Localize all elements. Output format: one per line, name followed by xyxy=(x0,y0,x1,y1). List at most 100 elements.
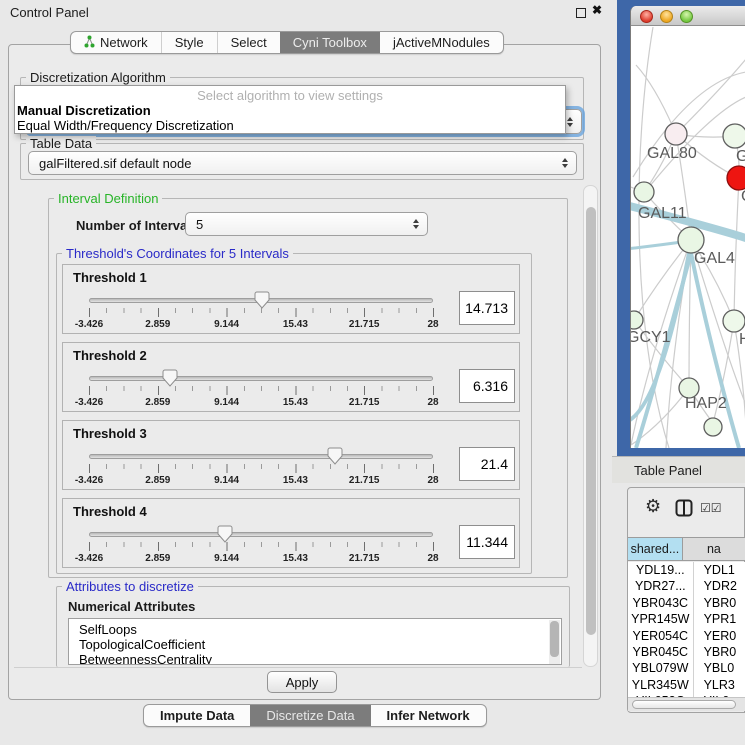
table-body: YDL19...YDL1 YDR27...YDR2 YBR043CYBR0 YP… xyxy=(628,562,745,697)
node-label: C xyxy=(741,188,745,205)
zoom-traffic-light-icon[interactable] xyxy=(680,10,693,23)
tab-discretize-data[interactable]: Discretize Data xyxy=(250,705,370,726)
threshold-4-label: Threshold 4 xyxy=(73,504,147,519)
close-traffic-light-icon[interactable] xyxy=(640,10,653,23)
column-header-shared-name[interactable]: shared... xyxy=(628,538,683,560)
apply-button[interactable]: Apply xyxy=(267,671,337,693)
node-top-right xyxy=(723,124,745,148)
tab-jactivemnodules[interactable]: jActiveMNodules xyxy=(380,32,503,53)
threshold-1-box: Threshold 1 -3.426 2.859 9.144 15.43 21.… xyxy=(62,264,520,334)
node-gal11 xyxy=(634,182,654,202)
threshold-2-label: Threshold 2 xyxy=(73,348,147,363)
combo-arrows-icon xyxy=(562,158,568,168)
node-h xyxy=(723,310,745,332)
node-gcy1 xyxy=(631,311,643,329)
table-row[interactable]: YBR045CYBR0 xyxy=(628,644,745,660)
network-window-titlebar[interactable] xyxy=(631,6,745,26)
threshold-3-slider-track[interactable] xyxy=(89,454,433,459)
popup-hint: Select algorithm to view settings xyxy=(15,88,565,103)
table-row[interactable]: YDR27...YDR2 xyxy=(628,578,745,594)
list-scrollbar[interactable] xyxy=(549,620,560,665)
number-of-intervals-label: Number of Intervals xyxy=(72,218,202,233)
table-row[interactable]: YLR345WYLR3 xyxy=(628,677,745,693)
table-panel: ⚙ ☑☑ shared... na YDL19...YDL1 YDR27...Y… xyxy=(627,487,745,713)
settings-scrollbar-thumb[interactable] xyxy=(586,207,596,635)
threshold-3-box: Threshold 3 -3.426 2.859 9.144 15.43 21.… xyxy=(62,420,520,490)
network-icon xyxy=(84,35,95,51)
node-label: GCY1 xyxy=(631,329,671,346)
table-data-combobox[interactable]: galFiltered.sif default node xyxy=(28,151,577,175)
table-horizontal-scrollbar-thumb[interactable] xyxy=(632,700,736,709)
node-label: GAL4 xyxy=(694,250,735,267)
list-item[interactable]: BetweennessCentrality xyxy=(79,652,212,665)
threshold-3-value-field[interactable]: 21.4 xyxy=(459,447,515,481)
node-label: GAL80 xyxy=(647,145,697,162)
threshold-1-value-field[interactable]: 14.713 xyxy=(459,291,515,325)
table-row[interactable]: YBL079WYBL0 xyxy=(628,660,745,676)
number-of-intervals-combobox[interactable]: 5 xyxy=(185,212,428,236)
combo-arrows-icon xyxy=(413,219,419,229)
threshold-4-slider-track[interactable] xyxy=(89,532,433,537)
combo-arrows-icon xyxy=(567,117,573,127)
threshold-4-slider-thumb[interactable] xyxy=(217,525,233,543)
numerical-attributes-label: Numerical Attributes xyxy=(64,599,199,614)
minimize-traffic-light-icon[interactable] xyxy=(660,10,673,23)
table-row[interactable]: YER054CYER0 xyxy=(628,628,745,644)
threshold-3-label: Threshold 3 xyxy=(73,426,147,441)
node-label: GAL11 xyxy=(638,205,687,222)
tab-style[interactable]: Style xyxy=(161,32,217,53)
threshold-4-value-field[interactable]: 11.344 xyxy=(459,525,515,559)
column-view-icon[interactable] xyxy=(675,499,693,517)
screen: Control Panel ✖ Network Style Select Cyn… xyxy=(0,0,745,745)
list-item[interactable]: SelfLoops xyxy=(79,622,137,637)
node-label: HAP2 xyxy=(685,395,727,412)
tab-cyni-toolbox[interactable]: Cyni Toolbox xyxy=(280,32,380,53)
node-gal80 xyxy=(665,123,687,145)
table-horizontal-scrollbar[interactable] xyxy=(628,697,745,711)
tab-infer-network[interactable]: Infer Network xyxy=(371,705,486,726)
bottom-tabbar: Impute Data Discretize Data Infer Networ… xyxy=(143,704,487,727)
tab-network[interactable]: Network xyxy=(71,32,161,53)
node-red xyxy=(727,166,745,190)
threshold-2-box: Threshold 2 -3.426 2.859 9.144 15.43 21.… xyxy=(62,342,520,412)
float-icon[interactable] xyxy=(576,8,586,18)
node-label: H xyxy=(739,331,745,348)
threshold-2-slider-thumb[interactable] xyxy=(162,369,178,387)
threshold-4-box: Threshold 4 -3.426 2.859 9.144 15.43 21.… xyxy=(62,498,520,568)
threshold-3-slider-thumb[interactable] xyxy=(327,447,343,465)
table-row[interactable]: YDL19...YDL1 xyxy=(628,562,745,578)
numerical-attributes-list: SelfLoops TopologicalCoefficient Between… xyxy=(68,618,562,665)
threshold-1-slider-thumb[interactable] xyxy=(254,291,270,309)
settings-scrollbar[interactable] xyxy=(583,185,598,667)
table-data-label: Table Data xyxy=(26,136,96,151)
node-bottom-partial xyxy=(704,418,722,436)
attributes-label: Attributes to discretize xyxy=(62,579,198,594)
tab-network-label: Network xyxy=(100,35,148,50)
interval-definition-label: Interval Definition xyxy=(54,191,162,206)
scroll-area-edge xyxy=(14,667,582,668)
page-title: Control Panel xyxy=(10,5,89,20)
popup-item-manual[interactable]: Manual Discretization xyxy=(17,103,151,118)
top-tabbar: Network Style Select Cyni Toolbox jActiv… xyxy=(70,31,504,54)
popup-item-equal-width[interactable]: Equal Width/Frequency Discretization xyxy=(17,118,234,133)
tab-select[interactable]: Select xyxy=(217,32,280,53)
algorithm-popup: Select algorithm to view settings Manual… xyxy=(14,85,566,134)
threshold-2-value-field[interactable]: 6.316 xyxy=(459,369,515,403)
threshold-coordinates-label: Threshold's Coordinates for 5 Intervals xyxy=(62,246,293,261)
table-header-row: shared... na xyxy=(628,537,745,561)
network-graph[interactable]: GAL80 GA C GAL11 GAL4 GCY1 H HAP2 xyxy=(631,27,745,448)
gear-icon[interactable]: ⚙ xyxy=(645,497,661,515)
select-columns-icon[interactable]: ☑☑ xyxy=(700,501,722,515)
list-item[interactable]: TopologicalCoefficient xyxy=(79,637,205,652)
discretization-algorithm-label: Discretization Algorithm xyxy=(26,70,170,85)
network-view-frame: GAL80 GA C GAL11 GAL4 GCY1 H HAP2 xyxy=(617,0,745,456)
network-window: GAL80 GA C GAL11 GAL4 GCY1 H HAP2 xyxy=(630,6,745,448)
table-row[interactable]: YBR043CYBR0 xyxy=(628,595,745,611)
table-row[interactable]: YPR145WYPR1 xyxy=(628,611,745,627)
tab-impute-data[interactable]: Impute Data xyxy=(144,705,250,726)
close-icon[interactable]: ✖ xyxy=(592,3,602,17)
node-label: GA xyxy=(736,148,745,165)
column-header-name[interactable]: na xyxy=(683,538,745,560)
threshold-1-label: Threshold 1 xyxy=(73,270,147,285)
threshold-2-slider-track[interactable] xyxy=(89,376,433,381)
